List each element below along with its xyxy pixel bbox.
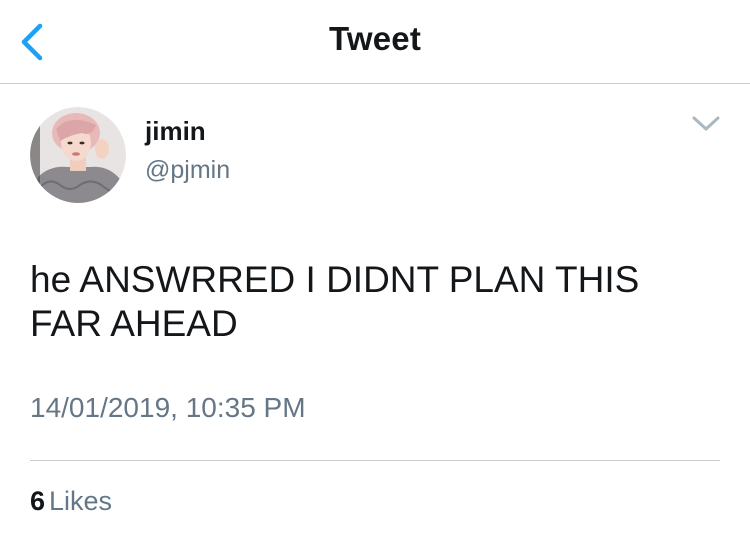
likes-label: Likes	[49, 486, 113, 516]
tweet-menu-button[interactable]	[686, 110, 726, 138]
chevron-down-icon	[692, 116, 720, 131]
tweet-timestamp: 14/01/2019, 10:35 PM	[30, 392, 306, 423]
navigation-bar: Tweet	[0, 0, 750, 84]
avatar-image	[30, 107, 126, 203]
likes-count: 6	[30, 486, 46, 516]
author-handle[interactable]: @pjmin	[145, 156, 230, 185]
tweet-text: he ANSWRRED I DIDNT PLAN THIS FAR AHEAD	[30, 259, 640, 344]
avatar[interactable]	[30, 107, 126, 203]
author-display-name[interactable]: jimin	[145, 116, 206, 147]
page-title: Tweet	[328, 20, 422, 57]
divider	[30, 460, 720, 461]
tweet-detail-screen: Tweet jimin @pjmin he ANSWRRED I DIDNT P…	[0, 0, 750, 551]
likes-stat[interactable]: 6 Likes	[30, 486, 112, 517]
